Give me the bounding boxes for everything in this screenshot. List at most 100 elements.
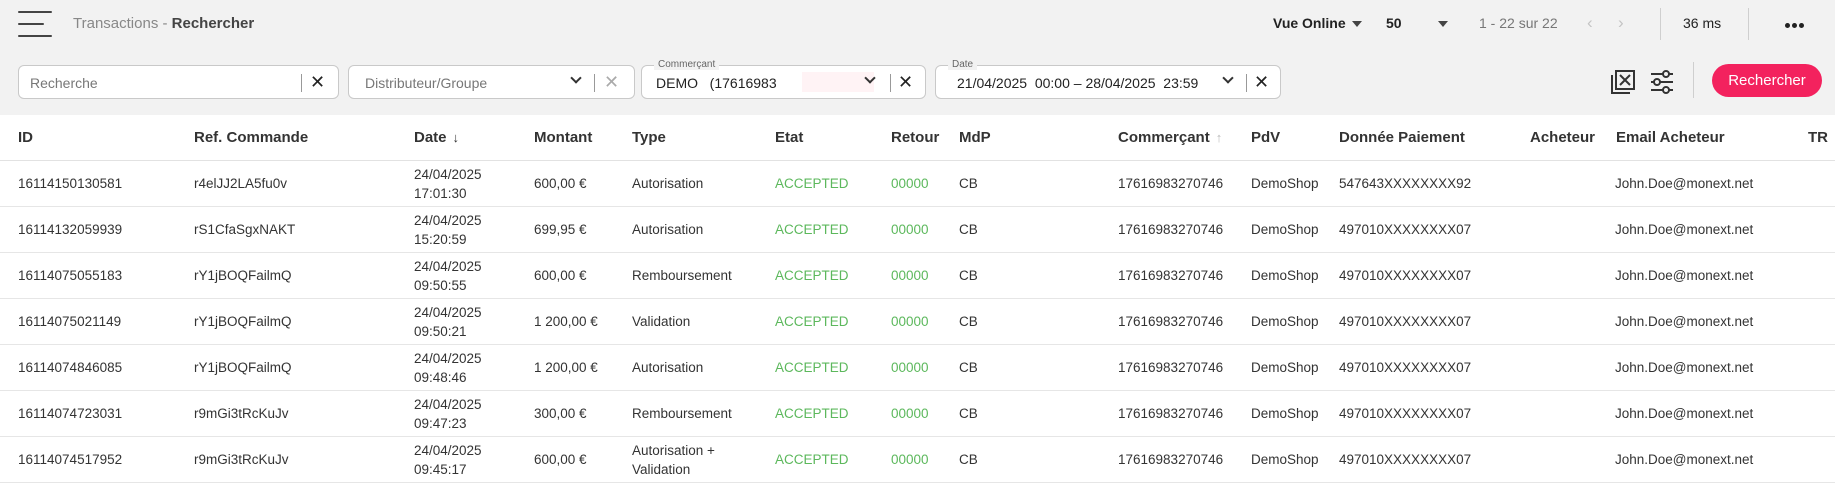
cell-id: 16114075055183 (18, 268, 123, 283)
clear-search-icon[interactable]: ✕ (310, 72, 325, 93)
cell-ref: r9mGi3tRcKuJv (194, 452, 289, 467)
page-size-selector[interactable]: 50 (1386, 15, 1448, 31)
column-header-payment[interactable]: Donnée Paiement (1339, 129, 1465, 146)
column-header-state[interactable]: Etat (775, 129, 803, 146)
chevron-down-icon[interactable] (570, 72, 582, 84)
divider (1693, 62, 1694, 98)
column-header-mdp[interactable]: MdP (959, 129, 991, 146)
cell-return: 00000 (891, 268, 929, 283)
cell-date-line-2: 15:20:59 (414, 232, 467, 247)
column-header-merchant[interactable]: Commerçant ↑ (1118, 129, 1222, 146)
cell-state: ACCEPTED (775, 268, 849, 283)
cell-return: 00000 (891, 222, 929, 237)
divider (1660, 8, 1661, 40)
cell-state: ACCEPTED (775, 406, 849, 421)
distributor-select[interactable]: Distributeur/Groupe ✕ (348, 65, 635, 99)
sort-desc-icon[interactable]: ↓ (453, 130, 460, 145)
table-row[interactable]: 16114075021149 rY1jBOQFailmQ 24/04/2025 09:… (0, 299, 1835, 345)
date-range-field[interactable]: Date 21/04/2025 00:00 – 28/04/2025 23:59… (935, 59, 1281, 99)
cell-ref: rY1jBOQFailmQ (194, 360, 292, 375)
distributor-placeholder: Distributeur/Groupe (365, 75, 488, 91)
cell-pdv: DemoShop (1251, 222, 1319, 237)
clear-distributor-icon[interactable]: ✕ (604, 72, 619, 93)
cell-ref: rY1jBOQFailmQ (194, 314, 292, 329)
column-header-return[interactable]: Retour (891, 129, 939, 146)
merchant-select[interactable]: Commerçant DEMO (17616983 ✕ (641, 59, 926, 99)
cell-state: ACCEPTED (775, 452, 849, 467)
cell-payment: 547643XXXXXXXX92 (1339, 176, 1472, 191)
cell-date-line-2: 09:50:21 (414, 324, 467, 339)
cell-type-line-2: Validation (632, 462, 691, 477)
cell-merchant: 17616983270746 (1118, 176, 1224, 191)
cell-email: John.Doe@monext.net (1615, 452, 1754, 467)
cell-date-line-2: 09:48:46 (414, 370, 467, 385)
table-row[interactable]: 16114132059939 rS1CfaSgxNAKT 24/04/2025 15:… (0, 207, 1835, 253)
divider (1246, 74, 1247, 92)
table-row[interactable]: 16114074846085 rY1jBOQFailmQ 24/04/2025 09:… (0, 345, 1835, 391)
chevron-down-icon[interactable] (1222, 72, 1234, 84)
cell-payment: 497010XXXXXXXX07 (1339, 268, 1472, 283)
cell-id: 16114075021149 (18, 314, 122, 329)
cell-pdv: DemoShop (1251, 314, 1319, 329)
clear-merchant-icon[interactable]: ✕ (898, 72, 913, 93)
title-separator: - (158, 15, 172, 32)
column-header-buyer[interactable]: Acheteur (1530, 129, 1595, 146)
cell-return: 00000 (891, 452, 929, 467)
column-header-ref[interactable]: Ref. Commande (194, 129, 308, 146)
divider (301, 74, 302, 92)
cell-ref: rY1jBOQFailmQ (194, 268, 292, 283)
cell-pdv: DemoShop (1251, 360, 1319, 375)
hamburger-icon[interactable] (18, 11, 52, 37)
cell-mdp: CB (959, 406, 978, 421)
sliders-icon[interactable] (1650, 69, 1674, 95)
cell-merchant: 17616983270746 (1118, 222, 1224, 237)
transactions-table: ID Ref. Commande Date ↓ Montant Type Etat… (0, 115, 1835, 483)
clear-filters-icon[interactable] (1610, 69, 1636, 95)
table-row[interactable]: 16114150130581 r4elJJ2LA5fu0v 24/04/2025 17… (0, 161, 1835, 207)
search-button[interactable]: Rechercher (1712, 64, 1822, 97)
cell-payment: 497010XXXXXXXX07 (1339, 452, 1472, 467)
table-row[interactable]: 16114074517952 r9mGi3tRcKuJv 24/04/2025 09:… (0, 437, 1835, 483)
top-bar: Transactions - Rechercher Vue Online 50 … (0, 0, 1835, 49)
search-field[interactable]: Recherche ✕ (18, 65, 339, 99)
view-selector[interactable]: Vue Online (1273, 15, 1362, 31)
cell-pdv: DemoShop (1251, 406, 1319, 421)
sort-asc-icon[interactable]: ↑ (1216, 130, 1223, 145)
title-prefix: Transactions (73, 15, 159, 32)
cell-date: 24/04/2025 15:20:59 (414, 211, 482, 249)
chevron-left-icon[interactable]: ‹ (1587, 13, 1593, 33)
column-header-tr[interactable]: TR (1808, 129, 1828, 146)
cell-type: Autorisation + Validation (632, 441, 715, 479)
column-header-id[interactable]: ID (18, 129, 33, 146)
column-header-amount[interactable]: Montant (534, 129, 592, 146)
cell-amount: 699,95 € (534, 222, 587, 237)
column-header-date[interactable]: Date ↓ (414, 129, 459, 146)
cell-date-line-2: 09:47:23 (414, 416, 467, 431)
date-range-value: 21/04/2025 00:00 – 28/04/2025 23:59 (957, 75, 1199, 91)
cell-amount: 300,00 € (534, 406, 587, 421)
cell-pdv: DemoShop (1251, 176, 1319, 191)
cell-return: 00000 (891, 176, 929, 191)
cell-type-line-1: Autorisation + (632, 443, 715, 458)
chevron-right-icon[interactable]: › (1618, 13, 1624, 33)
cell-id: 16114132059939 (18, 222, 123, 237)
clear-date-icon[interactable]: ✕ (1254, 72, 1269, 93)
cell-email: John.Doe@monext.net (1615, 268, 1754, 283)
column-header-email[interactable]: Email Acheteur (1616, 129, 1725, 146)
more-dots-icon[interactable] (1785, 15, 1806, 33)
column-header-merchant-label: Commerçant (1118, 129, 1210, 146)
cell-type: Autorisation (632, 360, 704, 375)
cell-type: Remboursement (632, 268, 732, 283)
timing-text: 36 ms (1683, 15, 1722, 31)
cell-id: 16114074517952 (18, 452, 123, 467)
column-header-pdv[interactable]: PdV (1251, 129, 1280, 146)
table-row[interactable]: 16114074723031 r9mGi3tRcKuJv 24/04/2025 09:… (0, 391, 1835, 437)
cell-type: Remboursement (632, 406, 732, 421)
divider (890, 74, 891, 92)
cell-date-line-1: 24/04/2025 (414, 213, 482, 228)
cell-merchant: 17616983270746 (1118, 268, 1224, 283)
cell-payment: 497010XXXXXXXX07 (1339, 222, 1472, 237)
divider (594, 74, 595, 92)
table-row[interactable]: 16114075055183 rY1jBOQFailmQ 24/04/2025 09:… (0, 253, 1835, 299)
column-header-type[interactable]: Type (632, 129, 666, 146)
